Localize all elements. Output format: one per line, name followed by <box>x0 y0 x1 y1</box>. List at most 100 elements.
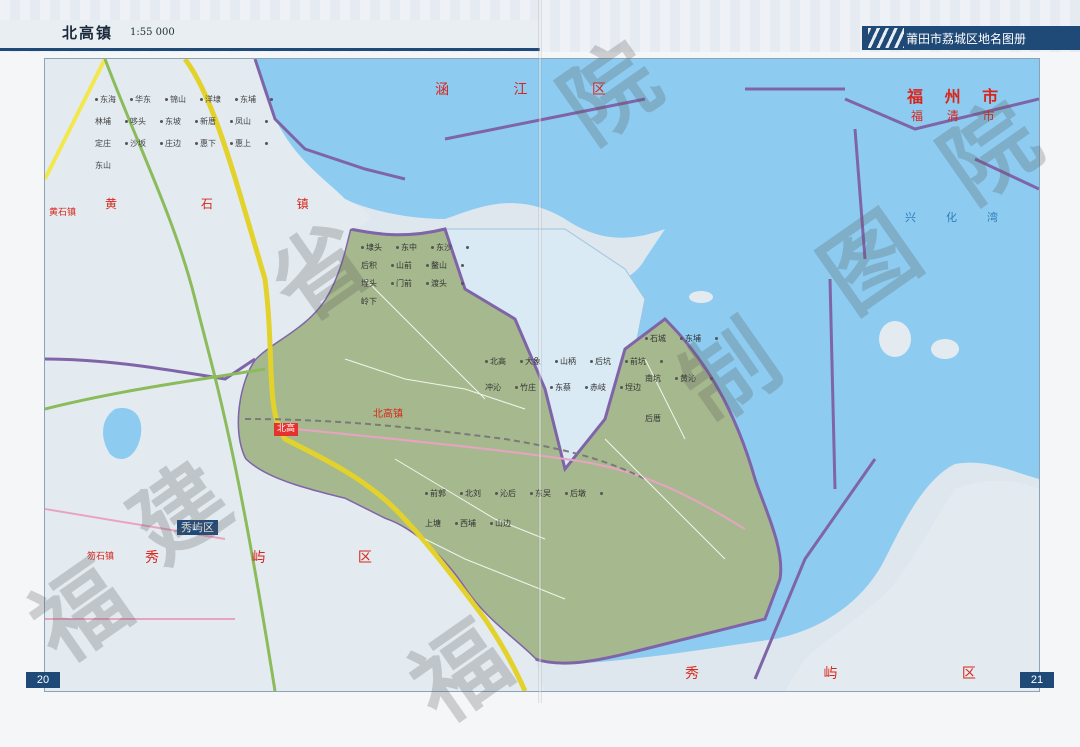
place-label: 西埔 <box>460 519 476 528</box>
region-label-fuqing-city: 福 清 市 <box>911 109 1005 123</box>
village-dot-icon <box>675 377 678 380</box>
place-label: 埕头 <box>361 279 377 288</box>
places-north: 埭头 东中 东沙后积 山前 鳌山埕头 门前 渡头岭下 <box>361 239 491 311</box>
place-label: 东山 <box>95 161 111 170</box>
village-dot-icon <box>715 337 718 340</box>
village-dot-icon <box>195 120 198 123</box>
place-label: 后积 <box>361 261 377 270</box>
page-number-right: 21 <box>1020 672 1054 688</box>
places-west: 东海 华东 锦山 洋埭 东埔林埔 哆头 东坡 新厝 凤山定庄 沙坂 庄边 惠下 惠上东山 <box>95 89 295 177</box>
village-dot-icon <box>125 142 128 145</box>
village-dot-icon <box>361 246 364 249</box>
place-label: 南坑 <box>645 374 661 383</box>
village-dot-icon <box>425 492 428 495</box>
village-dot-icon <box>165 98 168 101</box>
village-dot-icon <box>455 522 458 525</box>
village-dot-icon <box>460 492 463 495</box>
places-central: 北高 大象 山柄 后坑 前坑冲沁 竹庄 东蔡 赤岐 埕边 <box>485 349 665 401</box>
village-dot-icon <box>431 246 434 249</box>
town-label-xiuyu-small: 笏石镇 <box>87 552 115 562</box>
place-label: 赤岐 <box>590 383 606 392</box>
village-dot-icon <box>555 360 558 363</box>
place-label: 沙坂 <box>130 139 146 148</box>
island <box>931 339 959 359</box>
place-label: 东坡 <box>165 117 181 126</box>
island <box>689 291 713 303</box>
place-label: 华东 <box>135 95 151 104</box>
place-label: 定庄 <box>95 139 111 148</box>
place-label: 东埔 <box>685 334 701 343</box>
village-dot-icon <box>426 264 429 267</box>
village-dot-icon <box>265 120 268 123</box>
place-label: 竹庄 <box>520 383 536 392</box>
place-label: 庄边 <box>165 139 181 148</box>
water-label: 兴化湾 <box>905 211 1028 224</box>
village-dot-icon <box>550 386 553 389</box>
place-label: 黄沁 <box>680 374 696 383</box>
village-dot-icon <box>160 142 163 145</box>
place-label: 后坑 <box>595 357 611 366</box>
place-label: 前坑 <box>630 357 646 366</box>
village-dot-icon <box>270 98 273 101</box>
village-dot-icon <box>625 360 628 363</box>
place-label: 东海 <box>100 95 116 104</box>
village-dot-icon <box>391 282 394 285</box>
village-dot-icon <box>426 282 429 285</box>
village-dot-icon <box>230 142 233 145</box>
village-dot-icon <box>590 360 593 363</box>
village-dot-icon <box>485 360 488 363</box>
village-dot-icon <box>466 246 469 249</box>
place-label: 北高 <box>490 357 506 366</box>
beigao-town-badge: 北高 <box>274 423 299 436</box>
village-dot-icon <box>160 120 163 123</box>
place-label: 山边 <box>495 519 511 528</box>
header-stripes <box>868 28 904 48</box>
place-label: 埕边 <box>625 383 641 392</box>
village-dot-icon <box>530 492 533 495</box>
village-dot-icon <box>461 264 464 267</box>
place-label: 东埔 <box>240 95 256 104</box>
village-dot-icon <box>600 492 603 495</box>
place-label: 锦山 <box>170 95 186 104</box>
village-dot-icon <box>230 120 233 123</box>
region-label-hanjiang: 涵 江 区 <box>435 82 636 98</box>
region-label-huangshi-town: 黄 石 镇 <box>105 197 349 211</box>
place-label: 鳌山 <box>431 261 447 270</box>
town-label-huangshi-small: 黄石镇 <box>49 208 77 218</box>
place-label: 埭头 <box>366 243 382 252</box>
island <box>879 321 911 357</box>
village-dot-icon <box>265 142 268 145</box>
village-dot-icon <box>125 120 128 123</box>
village-dot-icon <box>645 337 648 340</box>
region-label-xiuyu-district: 秀 屿 区 <box>145 550 416 566</box>
region-label-xiuyu-district-south: 秀 屿 区 <box>685 666 1036 682</box>
region-label-fuzhou-city: 福 州 市 <box>907 87 1007 106</box>
page-fold <box>538 0 542 703</box>
places-south: 前郭 北刘 沁后 东吴 后墩上塘 西埔 山边 <box>425 479 625 539</box>
map-canvas[interactable]: 涵 江 区 福 州 市 福 清 市 黄 石 镇 秀 屿 区 秀 屿 区 兴化湾 … <box>44 58 1040 692</box>
place-label: 石城 <box>650 334 666 343</box>
village-dot-icon <box>95 98 98 101</box>
page-number-left: 20 <box>26 672 60 688</box>
place-label: 渡头 <box>431 279 447 288</box>
village-dot-icon <box>235 98 238 101</box>
place-label: 惠下 <box>200 139 216 148</box>
village-dot-icon <box>495 492 498 495</box>
place-label: 北刘 <box>465 489 481 498</box>
place-label: 上塘 <box>425 519 441 528</box>
atlas-title: 莆田市荔城区地名图册 <box>906 32 1027 46</box>
place-label: 东蔡 <box>555 383 571 392</box>
map-scale: 1:55 000 <box>130 27 175 38</box>
village-dot-icon <box>710 377 713 380</box>
place-label: 沁后 <box>500 489 516 498</box>
village-dot-icon <box>520 360 523 363</box>
place-label: 山柄 <box>560 357 576 366</box>
place-label: 哆头 <box>130 117 146 126</box>
village-dot-icon <box>195 142 198 145</box>
village-dot-icon <box>490 522 493 525</box>
village-dot-icon <box>565 492 568 495</box>
village-dot-icon <box>200 98 203 101</box>
place-label: 岭下 <box>361 297 377 306</box>
town-label-beigao-center: 北高镇 <box>373 409 403 420</box>
place-label: 东沙 <box>436 243 452 252</box>
